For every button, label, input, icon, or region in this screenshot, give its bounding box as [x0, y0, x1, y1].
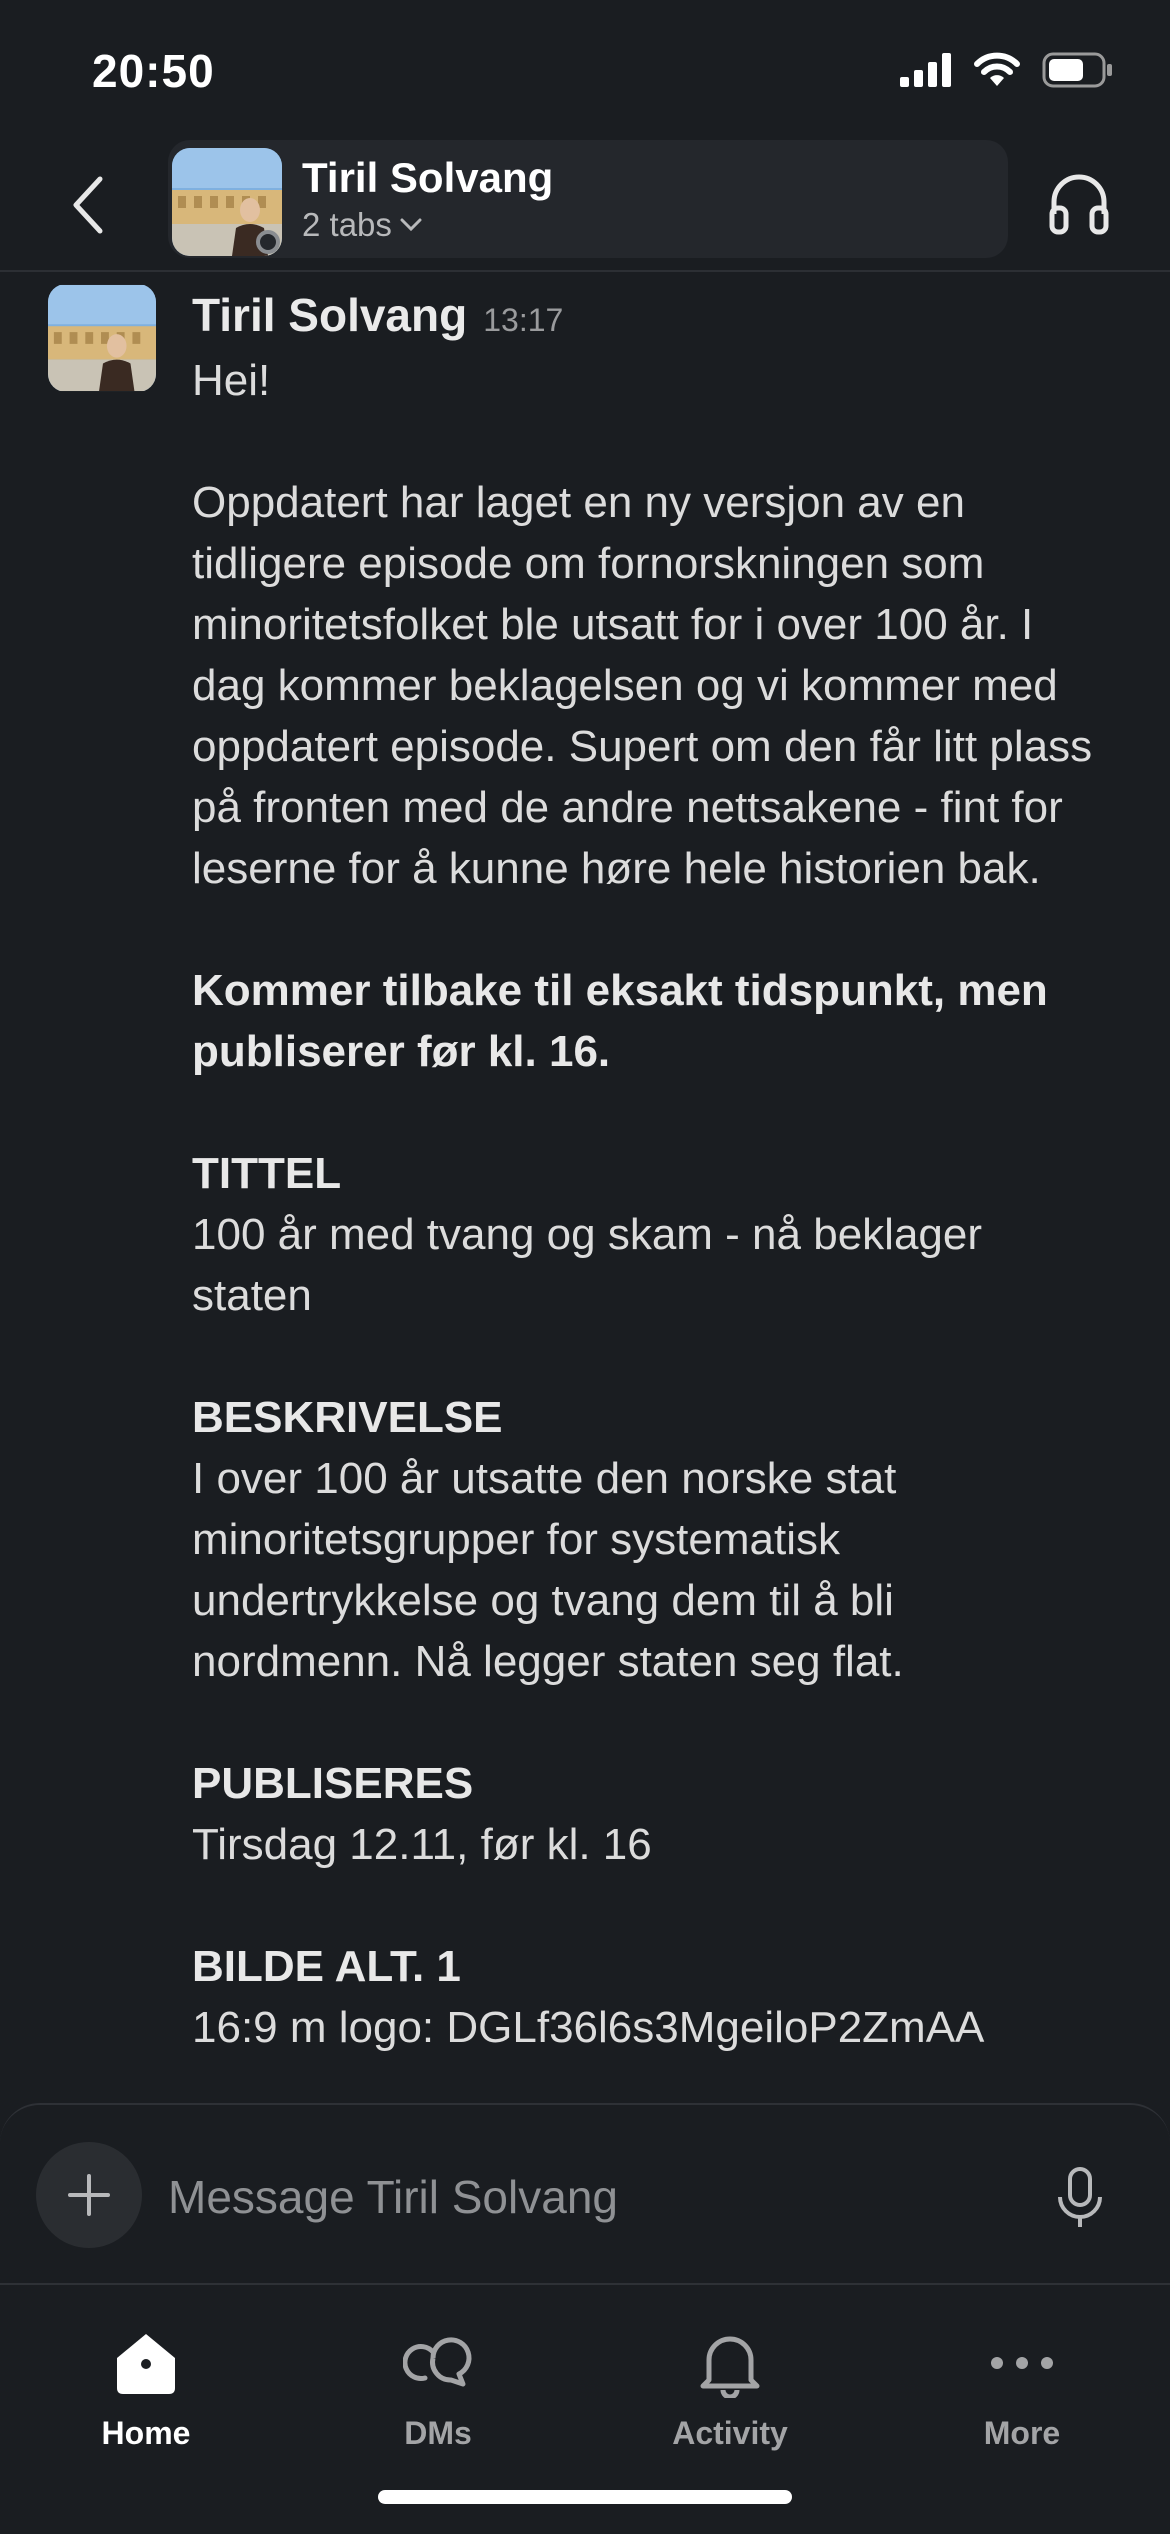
- tab-label: Activity: [672, 2415, 788, 2451]
- message-paragraph: Oppdatert har laget en ny versjon av en …: [192, 478, 1093, 893]
- status-icons: [900, 52, 1114, 88]
- voice-message-button[interactable]: [1050, 2163, 1110, 2233]
- message-body: Hei! Oppdatert har laget en ny versjon a…: [192, 350, 1112, 2058]
- huddle-button[interactable]: [1046, 170, 1112, 236]
- home-indicator: [378, 2490, 792, 2504]
- status-bar: 20:50: [0, 0, 1170, 140]
- conversation-info-button[interactable]: Tiril Solvang 2 tabs: [168, 140, 1008, 258]
- bell-icon: [700, 2336, 760, 2398]
- status-time: 20:50: [92, 45, 215, 97]
- signal-icon: [900, 53, 951, 87]
- chevron-down-icon: [400, 218, 422, 232]
- conversation-header: Tiril Solvang 2 tabs: [0, 140, 1170, 272]
- section-text-publish: Tirsdag 12.11, før kl. 16: [192, 1820, 652, 1869]
- section-heading-publish: PUBLISERES: [192, 1759, 474, 1808]
- message-composer: [0, 2103, 1170, 2285]
- section-heading-description: BESKRIVELSE: [192, 1393, 503, 1442]
- section-heading-image: BILDE ALT. 1: [192, 1942, 461, 1991]
- tab-activity[interactable]: Activity: [584, 2305, 876, 2465]
- message-header: Tiril Solvang 13:17: [192, 288, 563, 342]
- tab-label: Home: [101, 2415, 191, 2451]
- section-heading-title: TITTEL: [192, 1149, 342, 1198]
- battery-icon: [1042, 52, 1112, 88]
- section-text-description: I over 100 år utsatte den norske stat mi…: [192, 1454, 904, 1686]
- section-text-title: 100 år med tvang og skam - nå beklager s…: [192, 1210, 983, 1320]
- avatar[interactable]: [48, 284, 156, 392]
- tab-label: DMs: [404, 2415, 472, 2451]
- message-greeting: Hei!: [192, 356, 271, 405]
- message-timestamp: 13:17: [483, 302, 564, 338]
- headphones-icon: [1049, 174, 1109, 235]
- more-icon: [991, 2357, 1053, 2369]
- message-author[interactable]: Tiril Solvang: [192, 288, 467, 342]
- conversation-title: Tiril Solvang: [302, 154, 554, 201]
- chevron-left-icon: [73, 176, 103, 234]
- tabs-dropdown[interactable]: 2 tabs: [302, 206, 422, 244]
- message[interactable]: Tiril Solvang 13:17 Hei! Oppdatert har l…: [0, 284, 1170, 2104]
- presence-status-icon: [256, 230, 280, 254]
- add-attachment-button[interactable]: [36, 2142, 142, 2248]
- message-input[interactable]: [168, 2157, 988, 2237]
- tab-home[interactable]: Home: [0, 2305, 292, 2465]
- microphone-icon: [1058, 2167, 1102, 2227]
- message-bold-note: Kommer tilbake til eksakt tidspunkt, men…: [192, 966, 1048, 1076]
- dms-icon: [403, 2337, 472, 2387]
- tab-dms[interactable]: DMs: [292, 2305, 584, 2465]
- tabs-count-label: 2 tabs: [302, 206, 392, 243]
- tab-label: More: [983, 2415, 1061, 2451]
- home-icon: [117, 2334, 175, 2394]
- tab-more[interactable]: More: [876, 2305, 1168, 2465]
- plus-icon: [68, 2174, 110, 2216]
- wifi-icon: [974, 52, 1020, 86]
- back-button[interactable]: [58, 170, 118, 240]
- section-text-image: 16:9 m logo: DGLf36l6s3MgeiloP2ZmAA: [192, 2003, 985, 2052]
